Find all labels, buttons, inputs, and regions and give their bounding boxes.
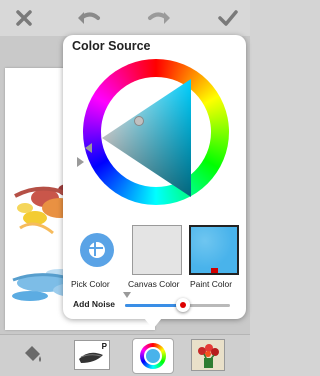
color-wheel-icon	[140, 343, 166, 369]
brush-button[interactable]: P	[72, 338, 112, 372]
paint-bucket-icon	[25, 346, 41, 362]
canvas-color-label: Canvas Color	[128, 279, 180, 289]
paint-bucket-button[interactable]	[12, 338, 52, 372]
popup-title: Color Source	[72, 39, 151, 53]
done-button[interactable]	[208, 0, 248, 36]
hue-marker-left[interactable]	[77, 157, 84, 167]
selected-indicator	[211, 268, 218, 273]
checkmark-icon	[218, 10, 238, 26]
paint-color-label: Paint Color	[190, 279, 233, 289]
redo-button[interactable]	[140, 0, 180, 36]
color-button[interactable]	[132, 338, 174, 374]
redo-icon	[148, 12, 170, 24]
top-toolbar	[0, 0, 250, 36]
noise-slider-knob[interactable]	[175, 298, 190, 312]
popup-pointer	[144, 318, 162, 329]
canvas-color-button[interactable]	[132, 225, 182, 275]
pick-color-button[interactable]	[72, 225, 122, 275]
paint-color-button[interactable]	[189, 225, 239, 275]
brush-type-badge: P	[101, 342, 107, 351]
saturation-marker[interactable]	[134, 116, 144, 126]
current-color-dot	[144, 347, 162, 365]
noise-zero-marker	[123, 292, 131, 298]
close-icon	[16, 10, 32, 26]
close-button[interactable]	[4, 0, 44, 36]
undo-icon	[78, 12, 100, 24]
noise-slider-fill	[125, 304, 183, 307]
color-wheel[interactable]	[77, 59, 229, 205]
undo-button[interactable]	[68, 0, 108, 36]
flower-image-icon	[191, 339, 225, 371]
eyedropper-target-icon	[80, 233, 114, 267]
saturation-triangle[interactable]	[83, 59, 229, 205]
add-noise-label: Add Noise	[73, 299, 116, 309]
reference-image-button[interactable]	[188, 338, 228, 372]
pick-color-label: Pick Color	[71, 279, 110, 289]
hue-marker-right[interactable]	[85, 143, 92, 153]
color-source-popup: Color Source Pick Color Canvas Color Pai…	[63, 35, 246, 319]
bottom-toolbar: P	[0, 334, 250, 376]
